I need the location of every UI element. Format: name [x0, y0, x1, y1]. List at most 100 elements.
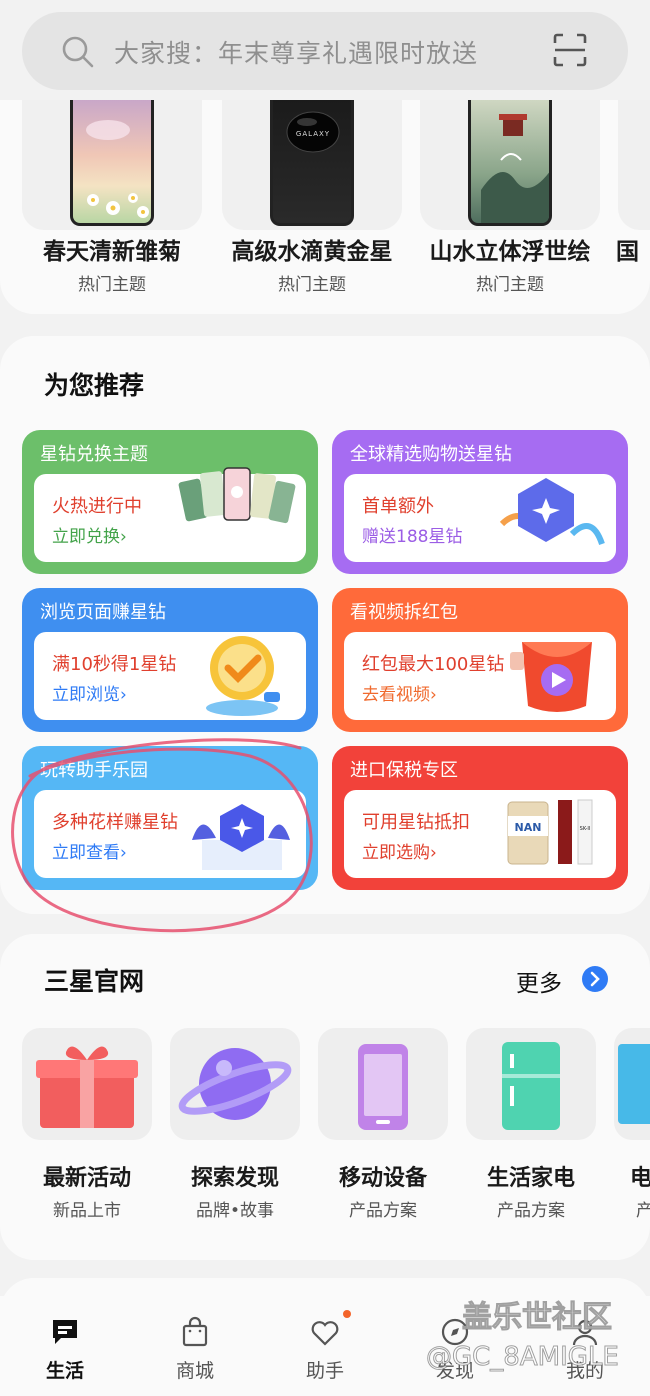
refrigerator-icon [466, 1028, 596, 1140]
item-title: 生活家电 [486, 1166, 575, 1191]
promo-headline: 满10秒得1星钻 [52, 654, 177, 675]
tab-label: 助手 [305, 1360, 344, 1382]
tab-label: 我的 [565, 1360, 604, 1382]
search-icon [62, 36, 94, 68]
item-title: 探索发现 [190, 1166, 279, 1191]
tab-label: 商城 [175, 1360, 214, 1382]
theme-item-ukiyoe[interactable]: 山水立体浮世绘 热门主题 [420, 100, 600, 300]
search-area: 大家搜：年末尊享礼遇限时放送 [0, 0, 650, 100]
shopping-bag-icon [182, 1316, 208, 1347]
bottom-tab-bar: 生活 商城 助手 发现 我的 [0, 1296, 650, 1396]
item-subtitle: 产品方案 [349, 1201, 417, 1221]
theme-item-daisy[interactable]: 春天清新雏菊 热门主题 [22, 100, 202, 300]
promo-title: 星钻兑换主题 [40, 444, 148, 465]
theme-category: 热门主题 [476, 275, 544, 295]
chevron-right-icon[interactable] [582, 966, 608, 992]
item-title: 最新活动 [42, 1166, 131, 1191]
tab-label: 发现 [435, 1360, 474, 1382]
section-title: 三星官网 [44, 967, 145, 996]
item-subtitle: 品牌•故事 [195, 1201, 275, 1221]
promo-watch-video[interactable]: 看视频拆红包 红包最大100星钻 去看视频› [332, 588, 628, 732]
red-packet-play-illustration [510, 642, 592, 712]
tab-mall[interactable]: 商城 [145, 1310, 245, 1390]
mobile-device-icon [318, 1028, 448, 1140]
promo-exchange-themes[interactable]: 星钻兑换主题 火热进行中 立即兑换› [22, 430, 318, 574]
theme-name: 国 [616, 239, 639, 265]
promo-title: 浏览页面赚星钻 [40, 602, 166, 623]
star-diamond-illustration [499, 478, 605, 546]
notification-dot [343, 1310, 351, 1318]
item-title: 电 [630, 1166, 650, 1191]
clock-check-illustration [206, 636, 280, 716]
promo-body: 多种花样赚星钻 立即查看› [34, 790, 306, 878]
promo-body: 满10秒得1星钻 立即浏览› [34, 632, 306, 720]
promo-title: 看视频拆红包 [350, 602, 458, 623]
promo-title: 全球精选购物送星钻 [350, 444, 512, 465]
theme-thumbnail: GALAXY [222, 100, 402, 230]
promo-link[interactable]: 立即选购› [362, 838, 437, 863]
star-gift-illustration [192, 804, 290, 870]
compass-icon [441, 1318, 469, 1346]
promo-link[interactable]: 立即兑换› [52, 522, 127, 547]
theme-name: 高级水滴黄金星 [231, 239, 393, 265]
theme-phones-illustration [178, 467, 296, 524]
samsung-item-events[interactable]: 最新活动 新品上市 [22, 1028, 152, 1228]
tab-discover[interactable]: 发现 [405, 1310, 505, 1390]
search-input[interactable]: 大家搜：年末尊享礼遇限时放送 [114, 34, 478, 70]
promo-title: 进口保税专区 [350, 760, 458, 781]
samsung-item-discover[interactable]: 探索发现 品牌•故事 [170, 1028, 300, 1228]
heart-icon [311, 1321, 339, 1346]
section-title: 为您推荐 [44, 371, 145, 400]
item-subtitle: 新品上市 [53, 1201, 121, 1221]
item-subtitle: 产 [636, 1201, 650, 1221]
promo-body: 火热进行中 立即兑换› [34, 467, 306, 562]
tab-life[interactable]: 生活 [15, 1310, 115, 1390]
item-subtitle: 产品方案 [497, 1201, 565, 1221]
item-title: 移动设备 [338, 1166, 427, 1191]
chat-bubble-icon [53, 1320, 77, 1344]
promo-title: 玩转助手乐园 [40, 760, 148, 781]
theme-item-partial[interactable]: 国 [616, 100, 650, 300]
search-bar[interactable]: 大家搜：年末尊享礼遇限时放送 [22, 12, 628, 90]
promo-headline: 多种花样赚星钻 [52, 812, 178, 833]
samsung-item-mobile[interactable]: 移动设备 产品方案 [318, 1028, 448, 1228]
theme-item-galaxy[interactable]: GALAXY 高级水滴黄金星 热门主题 [222, 100, 402, 300]
phone-preview-image [70, 100, 154, 226]
svg-text:GALAXY: GALAXY [296, 130, 330, 138]
recommend-section: 为您推荐 星钻兑换主题 火热进行中 立即兑换› 全球精选购物送星钻 首单额外 赠… [0, 336, 650, 914]
tab-assistant[interactable]: 助手 [275, 1310, 375, 1390]
more-link[interactable]: 更多 [516, 964, 562, 998]
samsung-official-section: 三星官网 更多 最新活动 新品上市 探索发现 品牌•故事 移动设备 产品方案 生… [0, 934, 650, 1260]
theme-name: 山水立体浮世绘 [429, 239, 591, 265]
promo-body: 可用星钻抵扣 立即选购› NAN SK-II [344, 790, 616, 878]
theme-thumbnail [618, 100, 650, 230]
phone-preview-image [468, 100, 552, 226]
theme-category: 热门主题 [78, 275, 146, 295]
gift-icon [22, 1028, 152, 1140]
theme-category: 热门主题 [278, 275, 346, 295]
promo-link[interactable]: 立即查看› [52, 838, 127, 863]
theme-name: 春天清新雏菊 [43, 239, 181, 265]
promo-link[interactable]: 去看视频› [362, 680, 437, 705]
samsung-item-partial[interactable]: 电 产 [614, 1028, 650, 1228]
sk-label: SK-II [580, 826, 591, 832]
promo-global-shopping[interactable]: 全球精选购物送星钻 首单额外 赠送188星钻 [332, 430, 628, 574]
promo-assistant-park[interactable]: 玩转助手乐园 多种花样赚星钻 立即查看› [22, 746, 318, 890]
tab-profile[interactable]: 我的 [535, 1310, 635, 1390]
theme-thumbnail [22, 100, 202, 230]
theme-carousel: 春天清新雏菊 热门主题 GALAXY 高级水滴黄金星 热门主题 山水立体浮世绘 … [0, 100, 650, 314]
promo-link[interactable]: 赠送188星钻 [362, 522, 462, 547]
promo-body: 首单额外 赠送188星钻 [344, 474, 616, 562]
phone-preview-image: GALAXY [270, 100, 354, 226]
promo-headline: 可用星钻抵扣 [362, 812, 470, 833]
imported-products-illustration: NAN SK-II [507, 799, 593, 865]
theme-thumbnail [420, 100, 600, 230]
promo-link[interactable]: 立即浏览› [52, 680, 127, 705]
promo-browse-pages[interactable]: 浏览页面赚星钻 满10秒得1星钻 立即浏览› [22, 588, 318, 732]
film-icon [614, 1028, 650, 1140]
promo-body: 红包最大100星钻 去看视频› [344, 632, 616, 720]
person-icon [572, 1319, 598, 1346]
promo-bonded-zone[interactable]: 进口保税专区 可用星钻抵扣 立即选购› NAN SK-II [332, 746, 628, 890]
scan-icon[interactable] [552, 32, 588, 68]
samsung-item-appliances[interactable]: 生活家电 产品方案 [466, 1028, 596, 1228]
